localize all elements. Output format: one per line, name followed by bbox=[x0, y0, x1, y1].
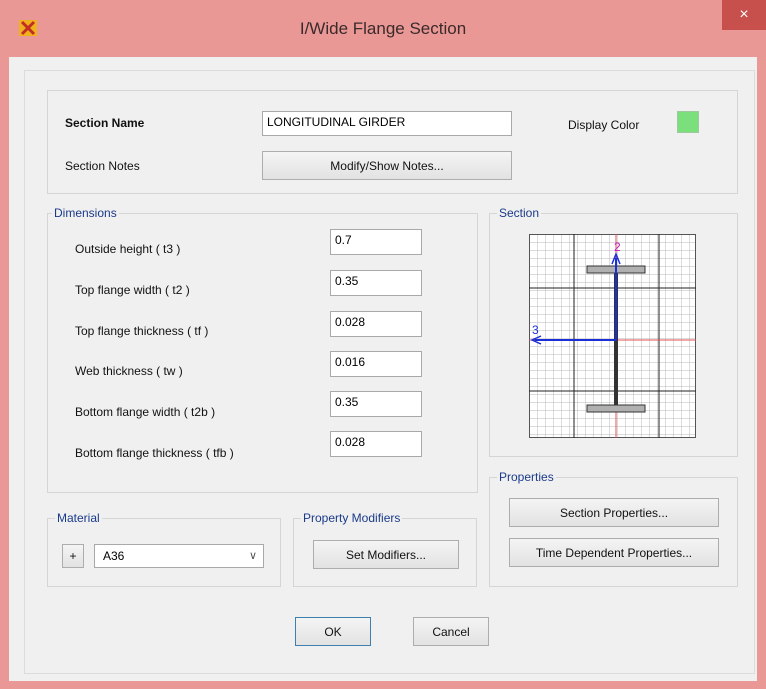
material-select[interactable]: A36 ∨ bbox=[94, 544, 264, 568]
top-flange-thickness-input[interactable]: 0.028 bbox=[330, 311, 422, 337]
section-properties-button[interactable]: Section Properties... bbox=[509, 498, 719, 527]
bottom-flange-width-input[interactable]: 0.35 bbox=[330, 391, 422, 417]
dim-label-bottom-flange-width: Bottom flange width ( t2b ) bbox=[75, 405, 216, 419]
ok-button[interactable]: OK bbox=[295, 617, 371, 646]
dimensions-title: Dimensions bbox=[52, 206, 119, 220]
cancel-button[interactable]: Cancel bbox=[413, 617, 489, 646]
dim-label-bottom-flange-thickness: Bottom flange thickness ( tfb ) bbox=[75, 446, 234, 460]
close-icon: × bbox=[739, 6, 749, 23]
bottom-flange-thickness-input[interactable]: 0.028 bbox=[330, 431, 422, 457]
dialog-window: I/Wide Flange Section × Section Name LON… bbox=[0, 0, 766, 689]
section-preview-title: Section bbox=[497, 206, 542, 220]
dim-label-outside-height: Outside height ( t3 ) bbox=[75, 242, 181, 256]
title-bar[interactable]: I/Wide Flange Section × bbox=[0, 0, 766, 60]
property-modifiers-title: Property Modifiers bbox=[301, 511, 403, 525]
properties-group bbox=[489, 477, 738, 587]
dim-label-web-thickness: Web thickness ( tw ) bbox=[75, 364, 183, 378]
chevron-down-icon: ∨ bbox=[248, 550, 257, 562]
section-notes-label: Section Notes bbox=[65, 159, 140, 173]
add-material-button[interactable]: + bbox=[62, 544, 84, 568]
section-name-input[interactable]: LONGITUDINAL GIRDER bbox=[262, 111, 512, 136]
dim-label-top-flange-width: Top flange width ( t2 ) bbox=[75, 283, 190, 297]
section-name-label: Section Name bbox=[65, 116, 145, 130]
axis-2-label: 2 bbox=[614, 240, 621, 254]
top-flange-width-input[interactable]: 0.35 bbox=[330, 270, 422, 296]
window-title: I/Wide Flange Section bbox=[299, 19, 467, 38]
display-color-swatch[interactable] bbox=[677, 111, 699, 133]
material-title: Material bbox=[55, 511, 102, 525]
dim-label-top-flange-thickness: Top flange thickness ( tf ) bbox=[75, 324, 209, 338]
axis-3-label: 3 bbox=[532, 323, 539, 337]
close-button[interactable]: × bbox=[722, 0, 766, 30]
properties-title: Properties bbox=[497, 470, 556, 484]
time-dependent-properties-button[interactable]: Time Dependent Properties... bbox=[509, 538, 719, 567]
modify-notes-button[interactable]: Modify/Show Notes... bbox=[262, 151, 512, 180]
set-modifiers-button[interactable]: Set Modifiers... bbox=[313, 540, 459, 569]
outside-height-input[interactable]: 0.7 bbox=[330, 229, 422, 255]
display-color-label: Display Color bbox=[568, 118, 640, 132]
bottom-flange-shape bbox=[586, 404, 646, 413]
section-preview-canvas: 2 3 bbox=[529, 234, 696, 438]
plus-icon: + bbox=[69, 549, 77, 563]
web-thickness-input[interactable]: 0.016 bbox=[330, 351, 422, 377]
material-selected-value: A36 bbox=[103, 549, 125, 563]
